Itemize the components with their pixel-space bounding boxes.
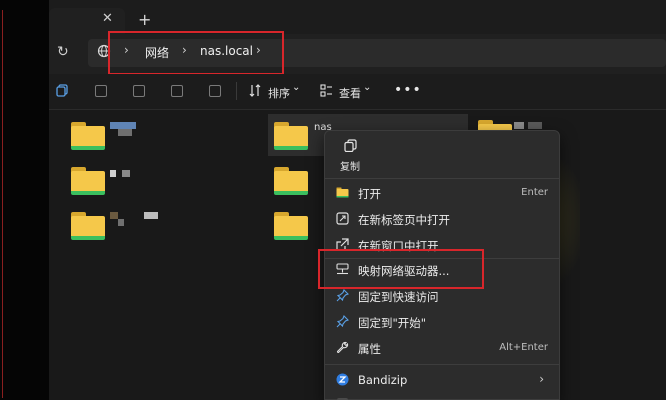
menu-item-properties[interactable]: 属性 Alt+Enter xyxy=(330,336,554,360)
share-icon[interactable] xyxy=(171,85,183,97)
submenu-chevron-icon: › xyxy=(539,372,544,386)
sort-chevron-down-icon[interactable]: ⌄ xyxy=(292,82,300,93)
sort-icon[interactable] xyxy=(249,84,262,97)
highlight-box-address xyxy=(108,31,284,75)
blurred-name xyxy=(528,122,542,129)
menu-item-open[interactable]: 打开 Enter xyxy=(330,181,554,205)
new-tab-button[interactable]: + xyxy=(138,10,151,29)
left-background xyxy=(0,0,49,400)
folder-icon xyxy=(336,187,349,198)
menu-separator xyxy=(325,364,559,365)
explorer-window: ✕ + ↻ › 网络 › nas.local › 排序 ⌄ 查看 ⌄ ••• n… xyxy=(0,0,666,400)
folder-icon[interactable] xyxy=(71,122,105,150)
view-icon[interactable] xyxy=(320,84,333,97)
pin-icon xyxy=(336,315,349,328)
blurred-name xyxy=(514,122,524,129)
copy-button-label[interactable]: 复制 xyxy=(340,158,360,173)
rename-icon[interactable] xyxy=(133,85,145,97)
blurred-name xyxy=(122,170,130,177)
blurred-name xyxy=(118,219,124,226)
new-tab-icon xyxy=(336,212,349,225)
view-button[interactable]: 查看 xyxy=(339,85,361,101)
folder-icon[interactable] xyxy=(71,167,105,195)
menu-item-open-new-tab[interactable]: 在新标签页中打开 xyxy=(330,207,554,231)
bandizip-icon xyxy=(336,373,349,386)
cut-icon[interactable] xyxy=(95,85,107,97)
folder-icon[interactable] xyxy=(71,212,105,240)
menu-item-pin-start[interactable]: 固定到"开始" xyxy=(330,310,554,334)
view-chevron-down-icon[interactable]: ⌄ xyxy=(363,82,371,93)
folder-icon[interactable] xyxy=(274,122,308,150)
folder-icon[interactable] xyxy=(274,167,308,195)
blurred-name xyxy=(110,212,118,219)
menu-item-next[interactable] xyxy=(330,392,554,400)
tab-close-icon[interactable]: ✕ xyxy=(102,11,113,26)
blurred-name xyxy=(110,122,136,129)
sort-button[interactable]: 排序 xyxy=(268,85,290,101)
wrench-icon xyxy=(336,341,349,354)
left-edge-line xyxy=(2,10,3,398)
menu-separator xyxy=(325,178,559,179)
highlight-box-map-drive xyxy=(318,249,484,289)
toolbar-divider xyxy=(236,82,237,100)
pin-icon xyxy=(336,289,349,302)
blurred-name xyxy=(110,170,116,177)
blurred-name xyxy=(118,129,132,136)
menu-item-bandizip[interactable]: Bandizip › xyxy=(330,368,554,392)
delete-icon[interactable] xyxy=(209,85,221,97)
refresh-icon[interactable]: ↻ xyxy=(57,44,69,60)
copy-icon[interactable] xyxy=(344,139,357,152)
folder-icon[interactable] xyxy=(274,212,308,240)
new-item-icon[interactable] xyxy=(56,84,69,97)
blurred-name xyxy=(144,212,158,219)
more-options-button[interactable]: ••• xyxy=(394,82,422,98)
